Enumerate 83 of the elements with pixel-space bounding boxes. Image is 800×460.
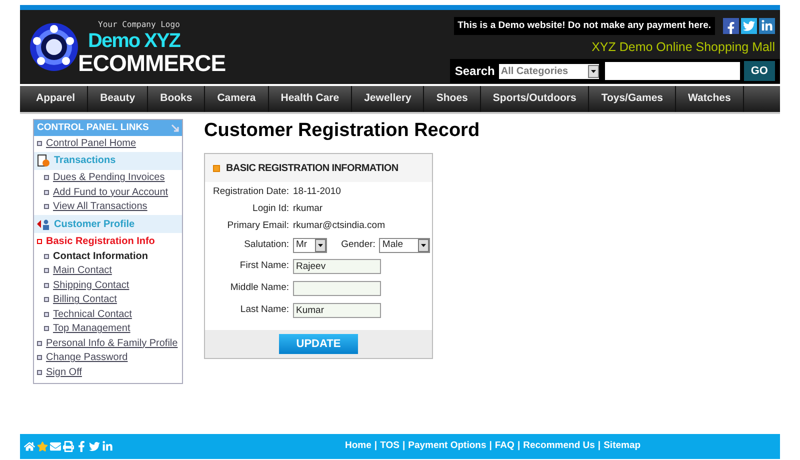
twitter-icon[interactable] [741,18,757,34]
field-label: Login Id: [252,202,289,216]
field-label: Middle Name: [229,280,289,295]
bullet-icon [44,297,49,302]
document-icon [37,154,50,167]
print-icon[interactable] [63,441,74,452]
sidebar-link[interactable]: Billing Contact [53,292,117,308]
bullet-icon [44,282,49,288]
bullet-icon [37,140,42,146]
sidebar-link[interactable]: Top Management [53,321,130,336]
bullet-icon [44,254,49,258]
separator: | [517,439,520,454]
gender-select[interactable]: Male [379,238,430,252]
search-field[interactable] [604,62,740,80]
nav-item[interactable]: Beauty [88,86,148,112]
star-icon[interactable] [37,441,48,452]
logo-title: Demo XYZ [88,31,182,51]
nav-item[interactable]: Toys/Games [589,86,676,112]
sidebar-group-label: Contact Information [53,250,148,264]
sidebar-link[interactable]: Shipping Contact [53,278,130,293]
bullet-icon [37,238,42,244]
sidebar-link[interactable]: Technical Contact [53,306,132,322]
demo-notice: This is a Demo website! Do not make any payment here. [454,17,715,36]
bullet-icon [37,370,42,375]
salutation-select[interactable]: Mr [293,238,328,252]
separator: | [402,439,406,454]
sidebar-link[interactable]: Change Password [46,350,128,366]
nav-item[interactable]: Shoes [424,86,481,112]
page-title: Customer Registration Record [204,119,480,143]
nav-item[interactable]: Sports/Outdoors [480,86,590,112]
nav-item[interactable]: Apparel [24,86,88,112]
expand-icon [171,124,179,132]
text-input[interactable]: Rajeev [293,258,381,274]
nav-item[interactable]: Watches [676,86,744,112]
bullet-icon [44,175,49,180]
bullet-icon [37,340,42,346]
section-icon [213,164,220,172]
bullet-icon [37,355,42,360]
person-icon [37,218,50,230]
sidebar-title: CONTROL PANEL LINKS [37,120,149,135]
sidebar-link[interactable]: Control Panel Home [46,136,136,151]
logo-caption: Your Company Logo [98,19,181,31]
field-value: rkumar [293,202,323,216]
nav-item[interactable]: Health Care [268,86,352,112]
logo-title: ECOMMERCE [78,51,226,75]
separator: | [598,439,601,454]
bullet-icon [44,190,49,195]
text-input[interactable]: Kumar [293,302,381,318]
separator: | [374,439,378,454]
sidebar-link[interactable]: Dues & Pending Invoices [53,170,165,186]
home-icon[interactable] [24,441,35,452]
sidebar-link[interactable]: Main Contact [53,263,112,278]
go-button[interactable]: GO [744,61,775,81]
bearing-logo-icon [28,21,80,73]
form-title: BASIC REGISTRATION INFORMATION [226,162,398,176]
field-label: First Name: [238,258,289,273]
sidebar-link[interactable]: Personal Info & Family Profile [46,336,178,351]
mail-icon[interactable] [50,441,61,452]
tagline: XYZ Demo Online Shopping Mall [592,39,775,56]
field-label: Last Name: [239,302,289,317]
bullet-icon [44,326,49,332]
linkedin-icon[interactable] [759,18,775,34]
nav-item[interactable]: Camera [205,86,269,112]
sidebar-link[interactable]: Sign Off [46,364,82,380]
field-label: Registration Date: [212,185,289,200]
separator: | [489,439,492,454]
facebook-icon[interactable] [723,18,739,34]
search-label: Search [454,63,495,80]
bullet-icon [44,204,49,210]
bullet-icon [44,268,49,274]
sidebar-link[interactable]: Add Fund to your Account [53,184,168,200]
field-label: Gender: [341,238,376,252]
sidebar-link[interactable]: Basic Registration Info [46,234,155,249]
field-label: Salutation: [243,238,289,252]
text-input[interactable] [293,280,381,296]
field-value: 18-11-2010 [293,185,341,200]
field-value: rkumar@ctsindia.com [293,219,385,234]
bullet-icon [44,312,49,317]
field-label: Primary Email: [226,219,289,234]
category-select[interactable]: All Categories [498,64,599,78]
sidebar-link[interactable]: View All Transactions [53,199,148,214]
nav-item[interactable]: Books [148,86,206,112]
nav-item[interactable]: Jewellery [352,86,424,112]
